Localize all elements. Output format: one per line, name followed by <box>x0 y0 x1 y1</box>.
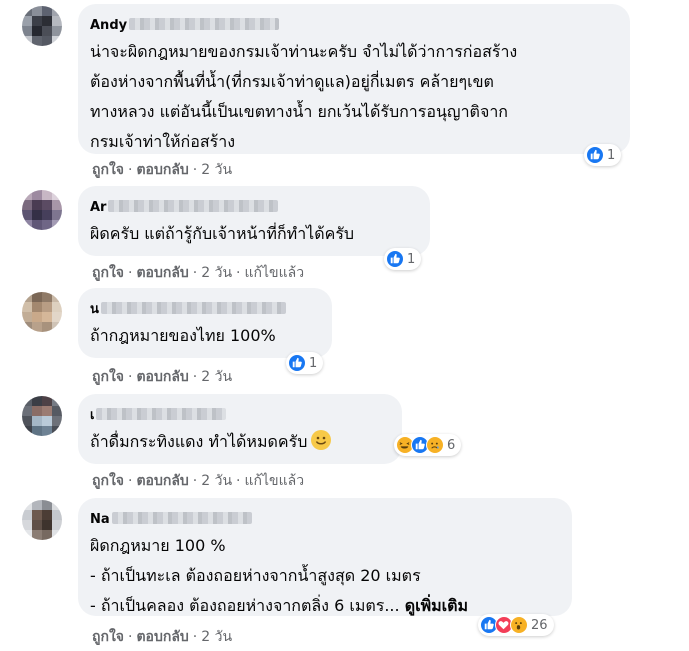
like-link[interactable]: ถูกใจ <box>92 369 124 385</box>
comment-bubble: Na ผิดกฎหมาย 100 % - ถ้าเป็นทะเล ต้องถอย… <box>78 498 572 616</box>
reply-link[interactable]: ตอบกลับ <box>136 265 188 281</box>
avatar[interactable] <box>22 190 62 230</box>
comment-text: ผิดกฎหมาย 100 % - ถ้าเป็นทะเล ต้องถอยห่า… <box>90 536 469 615</box>
timestamp[interactable]: 2 วัน <box>201 473 232 489</box>
comment-author[interactable]: Na <box>90 511 252 529</box>
comment-bubble: น ถ้ากฎหมายของไทย 100% <box>78 288 332 358</box>
comment-author[interactable]: Ar <box>90 199 279 217</box>
reaction-summary[interactable]: 26 <box>478 614 554 636</box>
comment-text: น่าจะผิดกฎหมายของกรมเจ้าท่านะครับ จำไม่ไ… <box>90 42 518 151</box>
like-icon <box>586 146 604 164</box>
comment-actions: ถูกใจ · ตอบกลับ · 2 วัน <box>92 629 233 645</box>
timestamp[interactable]: 2 วัน <box>201 369 232 385</box>
reply-link[interactable]: ตอบกลับ <box>136 162 188 178</box>
reaction-count: 6 <box>447 437 456 453</box>
comment-actions: ถูกใจ · ตอบกลับ · 2 วัน · แก้ไขแล้ว <box>92 265 305 281</box>
avatar[interactable] <box>22 292 62 332</box>
like-icon <box>288 354 306 372</box>
smile-emoji-icon <box>311 430 332 450</box>
comment-text: ถ้าดื่มกระทิงแดง ทำได้หมดครับ <box>90 427 390 457</box>
reaction-count: 1 <box>407 251 416 267</box>
comment-actions: ถูกใจ · ตอบกลับ · 2 วัน · แก้ไขแล้ว <box>92 473 305 489</box>
comment-actions: ถูกใจ · ตอบกลับ · 2 วัน <box>92 369 233 385</box>
comment-author[interactable]: Andy <box>90 17 280 35</box>
reaction-count: 26 <box>531 617 548 633</box>
reaction-count: 1 <box>309 355 318 371</box>
edited-label[interactable]: แก้ไขแล้ว <box>245 265 305 281</box>
wow-icon <box>510 616 528 634</box>
like-link[interactable]: ถูกใจ <box>92 629 124 645</box>
comment-bubble: Andy น่าจะผิดกฎหมายของกรมเจ้าท่านะครับ จ… <box>78 4 630 154</box>
comment-text: ถ้ากฎหมายของไทย 100% <box>90 326 276 345</box>
sad-icon <box>426 436 444 454</box>
like-link[interactable]: ถูกใจ <box>92 265 124 281</box>
comment-bubble: เ ถ้าดื่มกระทิงแดง ทำได้หมดครับ <box>78 394 402 464</box>
reply-link[interactable]: ตอบกลับ <box>136 473 188 489</box>
reply-link[interactable]: ตอบกลับ <box>136 629 188 645</box>
avatar[interactable] <box>22 500 62 540</box>
comment-text: ผิดครับ แต่ถ้ารู้กับเจ้าหน้าที่ก็ทำได้คร… <box>90 224 355 243</box>
like-link[interactable]: ถูกใจ <box>92 162 124 178</box>
like-link[interactable]: ถูกใจ <box>92 473 124 489</box>
reaction-summary[interactable]: 6 <box>394 434 462 456</box>
edited-label[interactable]: แก้ไขแล้ว <box>245 473 305 489</box>
timestamp[interactable]: 2 วัน <box>201 162 232 178</box>
timestamp[interactable]: 2 วัน <box>201 265 232 281</box>
comment-author[interactable]: เ <box>90 407 227 425</box>
comment-actions: ถูกใจ · ตอบกลับ · 2 วัน <box>92 162 233 178</box>
timestamp[interactable]: 2 วัน <box>201 629 232 645</box>
see-more-link[interactable]: ดูเพิ่มเติม <box>405 596 468 615</box>
reaction-summary[interactable]: 1 <box>286 352 324 374</box>
comment-author[interactable]: น <box>90 301 286 319</box>
avatar[interactable] <box>22 396 62 436</box>
comment-bubble: Ar ผิดครับ แต่ถ้ารู้กับเจ้าหน้าที่ก็ทำได… <box>78 186 430 256</box>
avatar[interactable] <box>22 6 62 46</box>
reaction-count: 1 <box>607 147 616 163</box>
reply-link[interactable]: ตอบกลับ <box>136 369 188 385</box>
reaction-summary[interactable]: 1 <box>384 248 422 270</box>
reaction-summary[interactable]: 1 <box>584 144 622 166</box>
like-icon <box>386 250 404 268</box>
